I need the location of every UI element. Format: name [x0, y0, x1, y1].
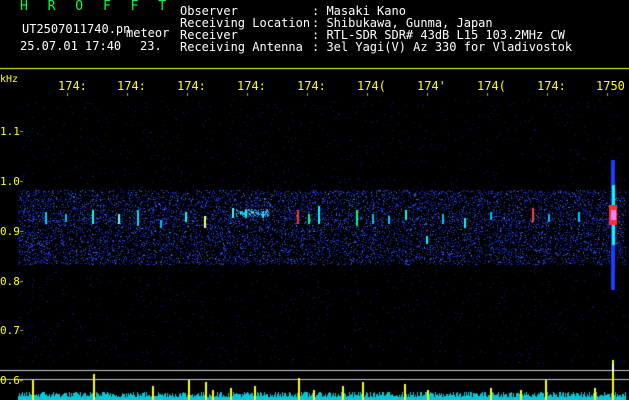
x-tick-6: 174( [357, 79, 386, 93]
y-axis-unit: kHz [0, 74, 19, 85]
info-values: : Masaki Kano : Shibukawa, Gunma, Japan … [312, 5, 572, 53]
y-tick-1-1: 1.1 [0, 125, 20, 138]
y-tick-1-0: 1.0 [0, 175, 20, 188]
datetime-label: 25.07.01 17:40 [20, 39, 122, 53]
spectrogram-canvas [0, 0, 629, 400]
antenna-key: Receiving Antenna [180, 40, 303, 54]
count-label: 23. [140, 39, 162, 53]
y-tick-0-8: 0.8 [0, 275, 20, 288]
x-tick-9: 174: [537, 79, 566, 93]
y-tick-0-9: 0.9 [0, 225, 20, 238]
y-tick-0-7: 0.7 [0, 324, 20, 337]
mode-label: meteor [126, 26, 170, 40]
filename-label: UT2507011740.pn [22, 22, 131, 36]
x-tick-5: 174: [297, 79, 326, 93]
x-tick-10: 1750 [596, 79, 625, 93]
info-labels: Observer Receiving Location Receiver Rec… [180, 5, 310, 53]
app-title: H R O F F T [20, 0, 173, 14]
x-tick-2: 174: [117, 79, 146, 93]
antenna-value: : 3el Yagi(V) Az 330 for Vladivostok [312, 40, 573, 54]
x-tick-8: 174( [477, 79, 506, 93]
x-tick-3: 174: [177, 79, 206, 93]
x-tick-1: 174: [58, 79, 87, 93]
y-tick-0-6: 0.6 [0, 374, 20, 387]
x-tick-4: 174: [237, 79, 266, 93]
x-tick-7: 174' [417, 79, 446, 93]
hrofft-window: H R O F F T UT2507011740.pn meteor 25.07… [0, 0, 629, 400]
